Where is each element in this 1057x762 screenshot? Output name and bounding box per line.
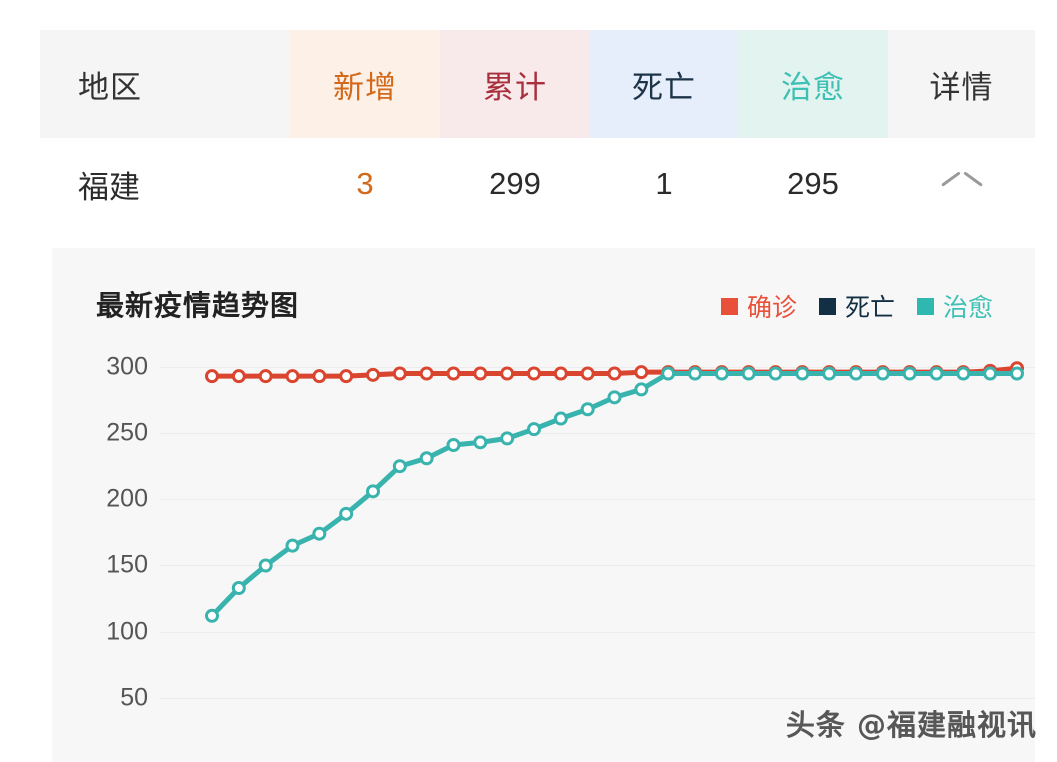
column-header-total-label: 累计	[483, 69, 547, 105]
chart-legend: 确诊 死亡 治愈	[720, 288, 993, 324]
table-row[interactable]: 福建 3 299 1 295	[40, 138, 1035, 230]
cell-region: 福建	[78, 169, 140, 205]
data-point[interactable]	[580, 402, 595, 417]
series-line-治愈	[209, 371, 1020, 619]
legend-swatch-cured	[916, 297, 934, 315]
data-point[interactable]	[741, 366, 756, 381]
column-header-cured[interactable]: 治愈	[738, 30, 888, 138]
legend-item-cured[interactable]: 治愈	[916, 288, 993, 324]
data-point[interactable]	[527, 366, 541, 381]
legend-item-confirmed[interactable]: 确诊	[720, 288, 797, 324]
data-point[interactable]	[768, 366, 783, 381]
column-header-cured-label: 治愈	[781, 69, 845, 105]
column-header-region[interactable]: 地区	[40, 30, 290, 138]
data-point[interactable]	[419, 366, 434, 381]
data-point[interactable]	[473, 366, 488, 381]
epidemic-table: 地区 新增 累计 死亡 治愈 详情 福建 3 299 1 295	[40, 30, 1035, 230]
data-point[interactable]	[553, 411, 568, 426]
data-point[interactable]	[258, 369, 273, 384]
data-point[interactable]	[527, 422, 541, 437]
chart-title: 最新疫情趋势图	[96, 290, 300, 321]
data-point[interactable]	[661, 366, 676, 381]
column-header-region-label: 地区	[78, 69, 142, 105]
data-point[interactable]	[875, 366, 890, 381]
data-point[interactable]	[285, 369, 300, 384]
column-header-new-label: 新增	[333, 69, 397, 105]
data-point[interactable]	[312, 369, 327, 384]
legend-label-cured: 治愈	[942, 294, 993, 322]
data-point[interactable]	[849, 366, 863, 381]
data-point[interactable]	[902, 366, 917, 381]
data-point[interactable]	[983, 366, 998, 381]
data-point[interactable]	[419, 451, 434, 466]
data-point[interactable]	[231, 581, 246, 596]
data-point[interactable]	[312, 526, 327, 541]
data-point[interactable]	[500, 431, 515, 446]
chevron-up-icon[interactable]	[942, 173, 982, 195]
data-point[interactable]	[446, 366, 461, 381]
legend-item-death[interactable]: 死亡	[818, 288, 895, 324]
data-point[interactable]	[580, 366, 595, 381]
data-point[interactable]	[392, 459, 407, 474]
column-header-detail[interactable]: 详情	[888, 30, 1035, 138]
page-root: 地区 新增 累计 死亡 治愈 详情 福建 3 299 1 295 最新疫情趋势图…	[0, 0, 1057, 762]
data-point[interactable]	[634, 365, 649, 380]
column-header-death[interactable]: 死亡	[590, 30, 738, 138]
data-point[interactable]	[392, 366, 407, 381]
data-point[interactable]	[929, 366, 944, 381]
chart-series-layer	[205, 361, 1024, 623]
cell-new: 3	[356, 166, 374, 201]
data-point[interactable]	[446, 438, 461, 453]
legend-label-death: 死亡	[844, 294, 895, 322]
data-point[interactable]	[285, 538, 300, 553]
data-point[interactable]	[258, 558, 273, 573]
data-point[interactable]	[956, 366, 971, 381]
data-point[interactable]	[1010, 366, 1024, 381]
data-point[interactable]	[231, 369, 246, 384]
cell-total: 299	[489, 166, 541, 201]
column-header-death-label: 死亡	[632, 69, 696, 105]
chart-plot-area: 300 250 200 150 100 50	[52, 343, 1035, 758]
data-point[interactable]	[473, 435, 488, 450]
data-point[interactable]	[553, 366, 568, 381]
data-point[interactable]	[607, 366, 622, 381]
cell-cured: 295	[787, 166, 839, 201]
data-point[interactable]	[205, 608, 219, 623]
data-point[interactable]	[688, 366, 702, 381]
data-point[interactable]	[795, 366, 810, 381]
data-point[interactable]	[634, 382, 649, 397]
data-point[interactable]	[366, 484, 380, 499]
column-header-new[interactable]: 新增	[290, 30, 440, 138]
data-point[interactable]	[500, 366, 515, 381]
column-header-detail-label: 详情	[929, 69, 994, 105]
data-point[interactable]	[714, 366, 729, 381]
data-point[interactable]	[339, 369, 354, 384]
cell-death: 1	[655, 166, 673, 201]
data-point[interactable]	[822, 366, 837, 381]
data-point[interactable]	[366, 367, 380, 382]
data-point[interactable]	[205, 369, 219, 384]
cell-detail[interactable]	[888, 138, 1035, 230]
trend-chart-panel: 最新疫情趋势图 确诊 死亡 治愈 300 250 200 150 100 50	[52, 248, 1035, 762]
data-point[interactable]	[607, 390, 622, 405]
legend-label-confirmed: 确诊	[746, 294, 797, 322]
column-header-total[interactable]: 累计	[440, 30, 590, 138]
legend-swatch-confirmed	[720, 297, 738, 315]
table-header-row: 地区 新增 累计 死亡 治愈 详情	[40, 30, 1035, 138]
watermark: 头条 @福建融视讯	[785, 708, 1037, 742]
legend-swatch-death	[818, 297, 836, 315]
data-point[interactable]	[339, 506, 354, 521]
